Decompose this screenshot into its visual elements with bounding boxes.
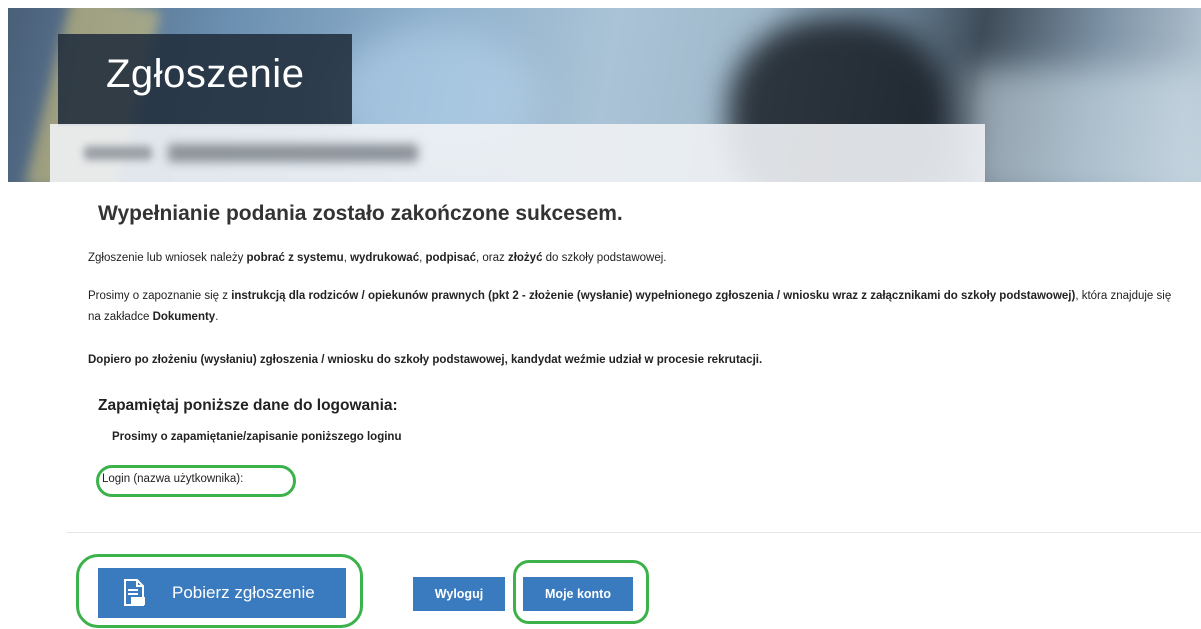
instruction-paragraph: Zgłoszenie lub wniosek należy pobrać z s… xyxy=(88,248,1178,269)
guide-paragraph: Prosimy o zapoznanie się z instrukcją dl… xyxy=(88,286,1178,328)
login-label: Login (nazwa użytkownika): xyxy=(102,473,244,485)
text: Prosimy o zapoznanie się z xyxy=(88,290,232,302)
logout-button[interactable]: Wyloguj xyxy=(413,577,505,611)
blurred-text xyxy=(168,144,418,162)
header-banner: Zgłoszenie xyxy=(8,8,1201,182)
page-title: Zgłoszenie xyxy=(106,52,305,96)
pdf-document-icon xyxy=(124,579,145,606)
bold-text: pobrać z systemu xyxy=(246,252,344,264)
notice-paragraph: Dopiero po złożeniu (wysłaniu) zgłoszeni… xyxy=(88,354,763,366)
success-heading: Wypełnianie podania zostało zakończone s… xyxy=(98,202,623,225)
blurred-subtitle-bar xyxy=(50,124,985,182)
login-section-title: Zapamiętaj poniższe dane do logowania: xyxy=(98,397,398,414)
title-box: Zgłoszenie xyxy=(58,34,352,126)
divider xyxy=(66,532,1201,533)
bold-text: podpisać xyxy=(425,252,476,264)
blurred-text xyxy=(84,146,152,160)
banner-decoration xyxy=(968,68,1201,182)
bold-text: instrukcją dla rodziców / opiekunów praw… xyxy=(231,290,1076,302)
text: do szkoły podstawowej. xyxy=(542,252,667,264)
bold-text: wydrukować xyxy=(350,252,420,264)
bold-text: złożyć xyxy=(507,252,543,264)
bold-text: Dokumenty xyxy=(152,311,216,323)
download-submission-button[interactable]: Pobierz zgłoszenie xyxy=(98,568,346,618)
download-submission-label: Pobierz zgłoszenie xyxy=(172,583,315,602)
text: Zgłoszenie lub wniosek należy xyxy=(88,252,247,264)
text: . xyxy=(215,311,219,323)
my-account-button[interactable]: Moje konto xyxy=(523,577,633,611)
text: , oraz xyxy=(475,252,508,264)
login-section-subtitle: Prosimy o zapamiętanie/zapisanie poniższ… xyxy=(112,431,402,443)
